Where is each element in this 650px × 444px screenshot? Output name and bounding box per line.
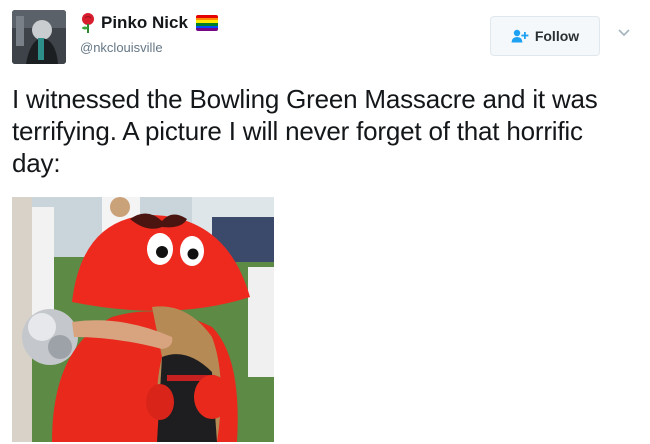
avatar[interactable]: [12, 10, 66, 64]
rainbow-flag-icon: [195, 15, 218, 31]
follow-label: Follow: [534, 28, 580, 44]
tweet-photo[interactable]: [12, 197, 274, 442]
name-row: Pinko Nick: [80, 12, 218, 34]
display-name[interactable]: Pinko Nick: [101, 13, 188, 33]
rose-icon: [82, 13, 94, 33]
add-user-icon: [511, 29, 529, 43]
follow-button[interactable]: Follow: [490, 16, 600, 56]
tweet-text: I witnessed the Bowling Green Massacre a…: [12, 84, 598, 178]
chevron-down-icon[interactable]: [617, 28, 631, 38]
user-handle[interactable]: @nkclouisville: [80, 40, 163, 55]
